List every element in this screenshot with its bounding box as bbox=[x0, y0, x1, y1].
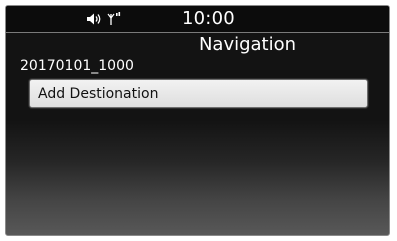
page-title: Navigation bbox=[198, 34, 297, 55]
clock: 10:00 bbox=[182, 8, 235, 29]
status-bar: 10:00 bbox=[6, 6, 389, 33]
status-icons bbox=[87, 12, 121, 26]
add-destination-button[interactable]: Add Destionation bbox=[29, 79, 368, 108]
volume-icon bbox=[87, 13, 103, 25]
phone-signal-icon bbox=[107, 12, 121, 26]
add-destination-label: Add Destionation bbox=[38, 85, 159, 102]
display-screen: 10:00 Navigation 20170101_1000 Add Desti… bbox=[5, 5, 390, 236]
route-name: 20170101_1000 bbox=[20, 58, 134, 74]
